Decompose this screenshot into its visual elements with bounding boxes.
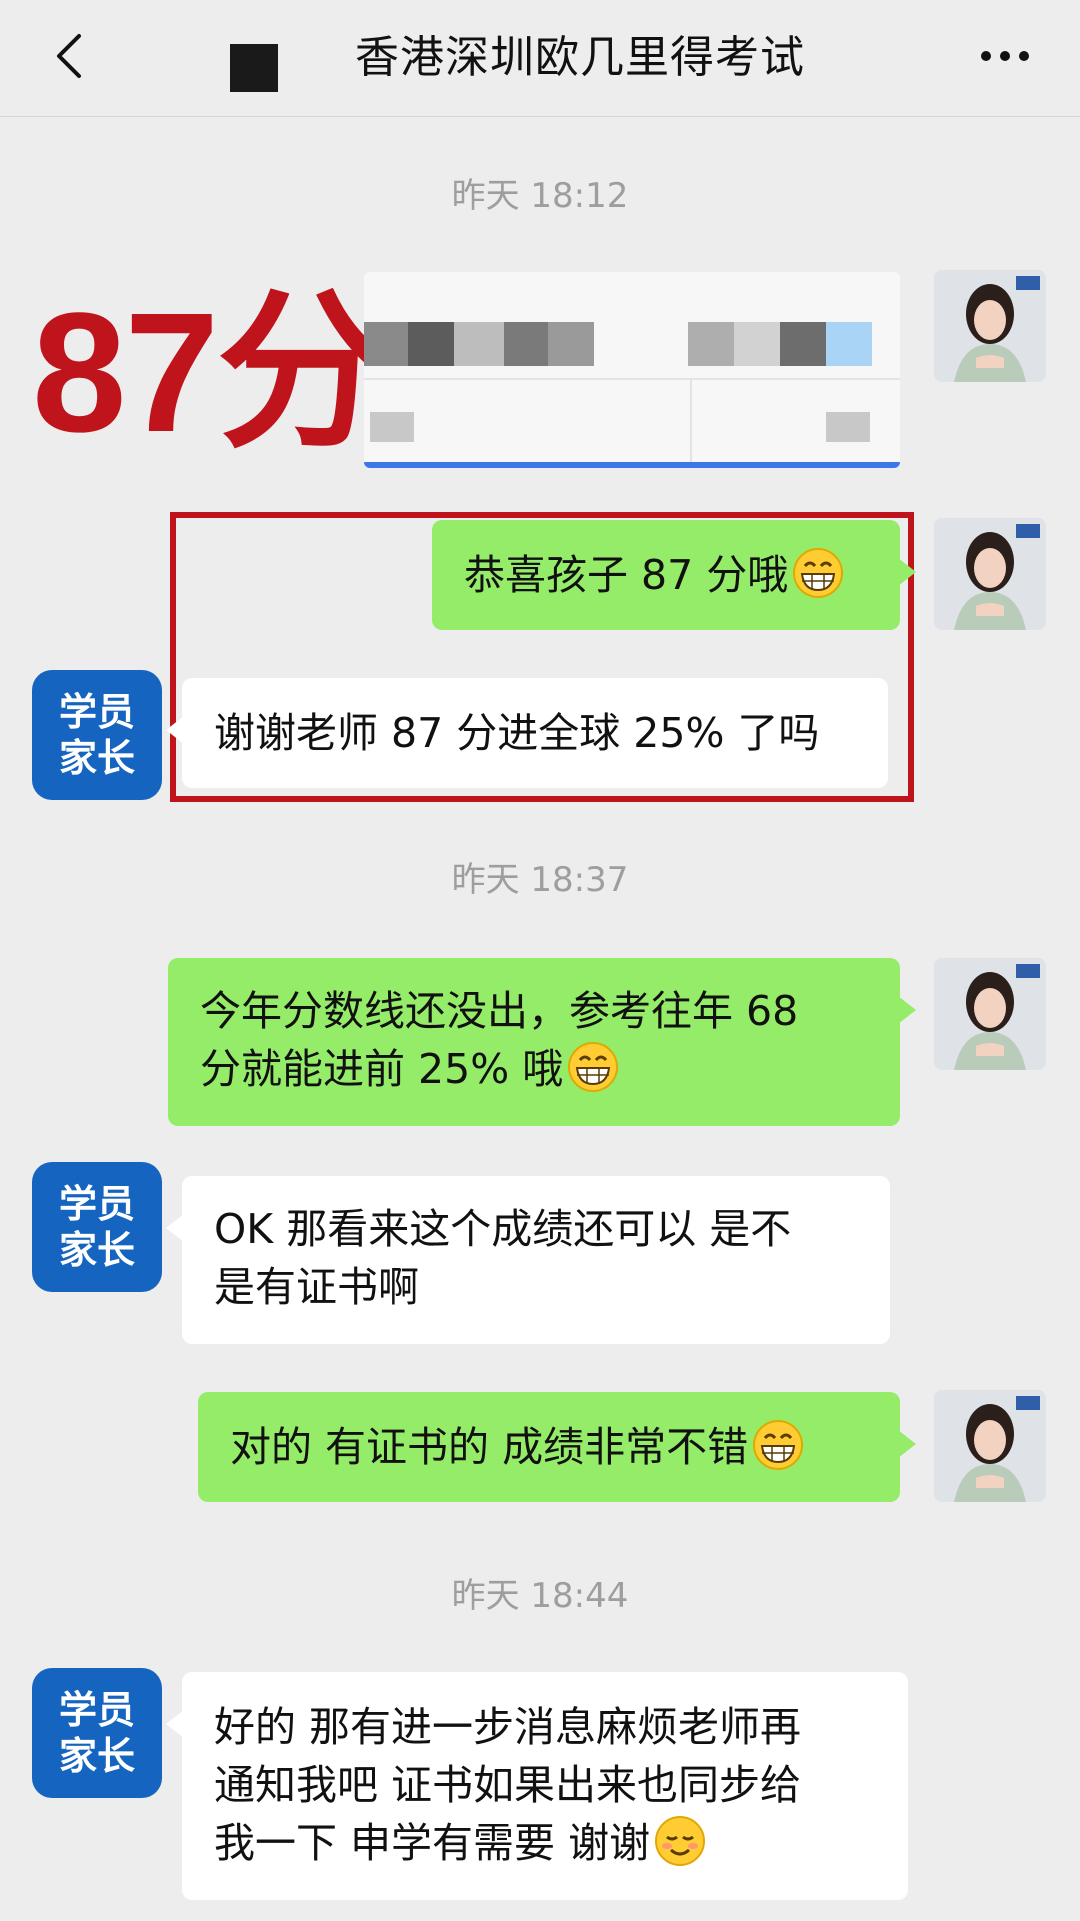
chat-bubble[interactable]: 今年分数线还没出，参考往年 68 分就能进前 25% 哦 — [168, 958, 916, 1126]
chat-bubble[interactable]: 好的 那有进一步消息麻烦老师再 通知我吧 证书如果出来也同步给 我一下 申学有需… — [166, 1672, 908, 1900]
image-message[interactable] — [364, 272, 900, 468]
parent-avatar-label: 家长 — [58, 1228, 135, 1272]
message-text: 恭喜孩子 87 分哦 — [464, 551, 789, 599]
grin-emoji-icon — [567, 1041, 619, 1093]
message-text: 谢谢老师 87 分进全球 25% 了吗 — [214, 709, 820, 757]
smile-emoji-icon — [654, 1815, 706, 1867]
message-text: 对的 有证书的 成绩非常不错 — [230, 1423, 749, 1471]
parent-avatar-label: 家长 — [58, 736, 135, 780]
message-text: 今年分数线还没出，参考往年 68 — [200, 987, 799, 1035]
parent-avatar-label: 学员 — [58, 1688, 135, 1732]
chat-bubble[interactable]: 恭喜孩子 87 分哦 — [432, 520, 916, 630]
grin-emoji-icon — [792, 547, 844, 599]
parent-avatar-label: 家长 — [58, 1734, 135, 1778]
message-text: 通知我吧 证书如果出来也同步给 — [214, 1761, 802, 1809]
back-button[interactable] — [38, 26, 98, 86]
avatar[interactable]: 学员 家长 — [32, 670, 162, 800]
message-text: OK 那看来这个成绩还可以 是不 — [214, 1205, 792, 1253]
avatar[interactable] — [934, 958, 1046, 1070]
chat-title: 香港深圳欧几里得考试 — [355, 32, 805, 83]
message-text: 我一下 申学有需要 谢谢 — [214, 1819, 651, 1867]
chat-bubble[interactable]: 谢谢老师 87 分进全球 25% 了吗 — [166, 678, 888, 788]
avatar[interactable]: 学员 家长 — [32, 1668, 162, 1798]
timestamp: 昨天 18:37 — [451, 860, 629, 900]
avatar[interactable] — [934, 518, 1046, 630]
chat-bubble[interactable]: 对的 有证书的 成绩非常不错 — [198, 1392, 916, 1502]
more-dots-icon — [981, 51, 991, 61]
parent-avatar-label: 学员 — [58, 690, 135, 734]
timestamp: 昨天 18:12 — [451, 176, 629, 216]
more-button[interactable] — [970, 26, 1040, 86]
avatar[interactable] — [934, 270, 1046, 382]
message-text: 是有证书啊 — [214, 1263, 419, 1311]
avatar[interactable] — [934, 1390, 1046, 1502]
avatar[interactable]: 学员 家长 — [32, 1162, 162, 1292]
message-text: 好的 那有进一步消息麻烦老师再 — [214, 1703, 802, 1751]
score-overlay-label: 87分 — [32, 278, 387, 468]
timestamp: 昨天 18:44 — [451, 1576, 629, 1616]
grin-emoji-icon — [752, 1419, 804, 1471]
teacher-avatar-photo — [934, 1390, 1046, 1502]
teacher-avatar-photo — [934, 270, 1046, 382]
chat-thumbnail — [230, 44, 278, 92]
parent-avatar-label: 学员 — [58, 1182, 135, 1226]
teacher-avatar-photo — [934, 518, 1046, 630]
message-text: 分就能进前 25% 哦 — [200, 1045, 564, 1093]
teacher-avatar-photo — [934, 958, 1046, 1070]
chat-bubble[interactable]: OK 那看来这个成绩还可以 是不 是有证书啊 — [166, 1176, 890, 1344]
chat-header: 香港深圳欧几里得考试 — [0, 0, 1080, 117]
chevron-left-icon — [57, 34, 81, 78]
